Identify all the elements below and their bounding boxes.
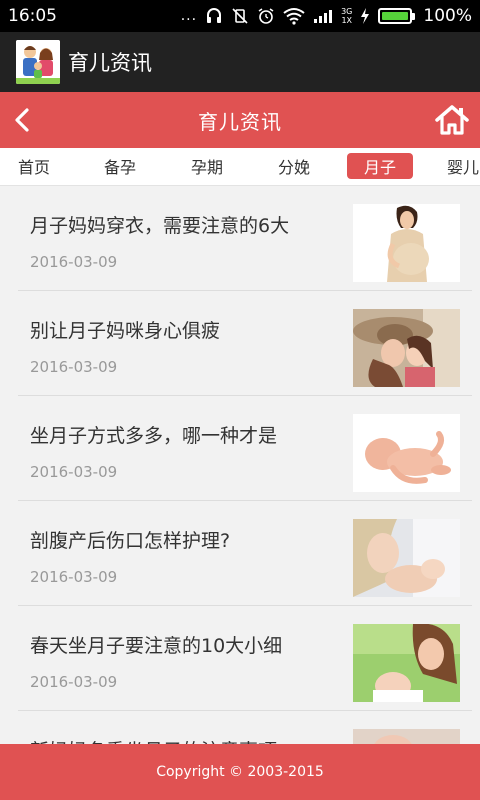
alarm-icon [258, 8, 274, 24]
article-date: 2016-03-09 [30, 358, 118, 376]
article-date: 2016-03-09 [30, 463, 118, 481]
list-item[interactable]: 剖腹产后伤口怎样护理? 2016-03-09 [18, 501, 472, 606]
tab-preparing[interactable]: 备孕 [90, 153, 150, 179]
network-top: 3G [341, 7, 353, 16]
article-title: 别让月子妈咪身心俱疲 [30, 320, 221, 342]
list-item[interactable]: 别让月子妈咪身心俱疲 2016-03-09 [18, 291, 472, 396]
newborn-baby-photo [353, 414, 460, 492]
network-type: 3G 1X [341, 7, 352, 25]
list-item[interactable]: 坐月子方式多多，哪一种才是 2016-03-09 [18, 396, 472, 501]
footer: Copyright © 2003-2015 [0, 744, 480, 800]
family-logo-icon [16, 40, 60, 84]
tab-delivery[interactable]: 分娩 [264, 153, 324, 179]
article-title: 坐月子方式多多，哪一种才是 [30, 425, 278, 447]
app-bar: 育儿资讯 [0, 32, 480, 92]
page-title: 育儿资讯 [198, 109, 282, 134]
partial-photo [353, 729, 460, 744]
tab-pregnancy[interactable]: 孕期 [177, 153, 237, 179]
mother-with-baby-photo [353, 519, 460, 597]
tab-confinement[interactable]: 月子 [347, 153, 413, 179]
battery-icon [378, 8, 416, 24]
home-icon [435, 105, 469, 135]
tab-home[interactable]: 首页 [4, 153, 64, 179]
status-icons: ... 3G 1X 100% [181, 6, 472, 26]
app-title: 育儿资讯 [68, 51, 152, 75]
network-bottom: 1X [341, 16, 353, 25]
headphones-icon [207, 8, 222, 23]
category-tabs: 首页 备孕 孕期 分娩 月子 婴儿 [0, 148, 480, 186]
article-list: 月子妈妈穿衣，需要注意的6大 2016-03-09 别让月子妈咪身心俱疲 201… [0, 186, 480, 744]
article-date: 2016-03-09 [30, 568, 118, 586]
battery-percent: 100% [423, 6, 472, 26]
copyright-text: Copyright © 2003-2015 [156, 764, 324, 780]
pregnant-woman-photo [353, 204, 460, 282]
mother-smiling-baby-photo [353, 624, 460, 702]
chevron-left-icon [15, 108, 29, 132]
vibrate-off-icon [232, 8, 248, 24]
battery-level [382, 12, 409, 20]
mother-kissing-child-photo [353, 309, 460, 387]
article-title: 新妈妈冬季坐月子的注意事项 [30, 736, 277, 744]
article-date: 2016-03-09 [30, 673, 118, 691]
charging-icon [361, 8, 370, 24]
list-item[interactable]: 月子妈妈穿衣，需要注意的6大 2016-03-09 [18, 186, 472, 291]
status-dots: ... [180, 8, 198, 24]
article-title: 月子妈妈穿衣，需要注意的6大 [30, 215, 290, 237]
list-item[interactable]: 春天坐月子要注意的10大小细 2016-03-09 [18, 606, 472, 711]
list-item[interactable]: 新妈妈冬季坐月子的注意事项 [18, 711, 472, 744]
tab-infant[interactable]: 婴儿 [437, 153, 480, 179]
page-header: 育儿资讯 [0, 92, 480, 148]
article-title: 春天坐月子要注意的10大小细 [30, 635, 283, 657]
article-title: 剖腹产后伤口怎样护理? [30, 530, 231, 552]
article-date: 2016-03-09 [30, 253, 118, 271]
home-button[interactable] [434, 102, 470, 138]
status-time: 16:05 [8, 6, 57, 26]
back-button[interactable] [8, 104, 36, 136]
wifi-icon [283, 8, 305, 25]
status-bar: 16:05 ... 3G 1X 100% [0, 0, 480, 32]
signal-icon [314, 10, 333, 23]
